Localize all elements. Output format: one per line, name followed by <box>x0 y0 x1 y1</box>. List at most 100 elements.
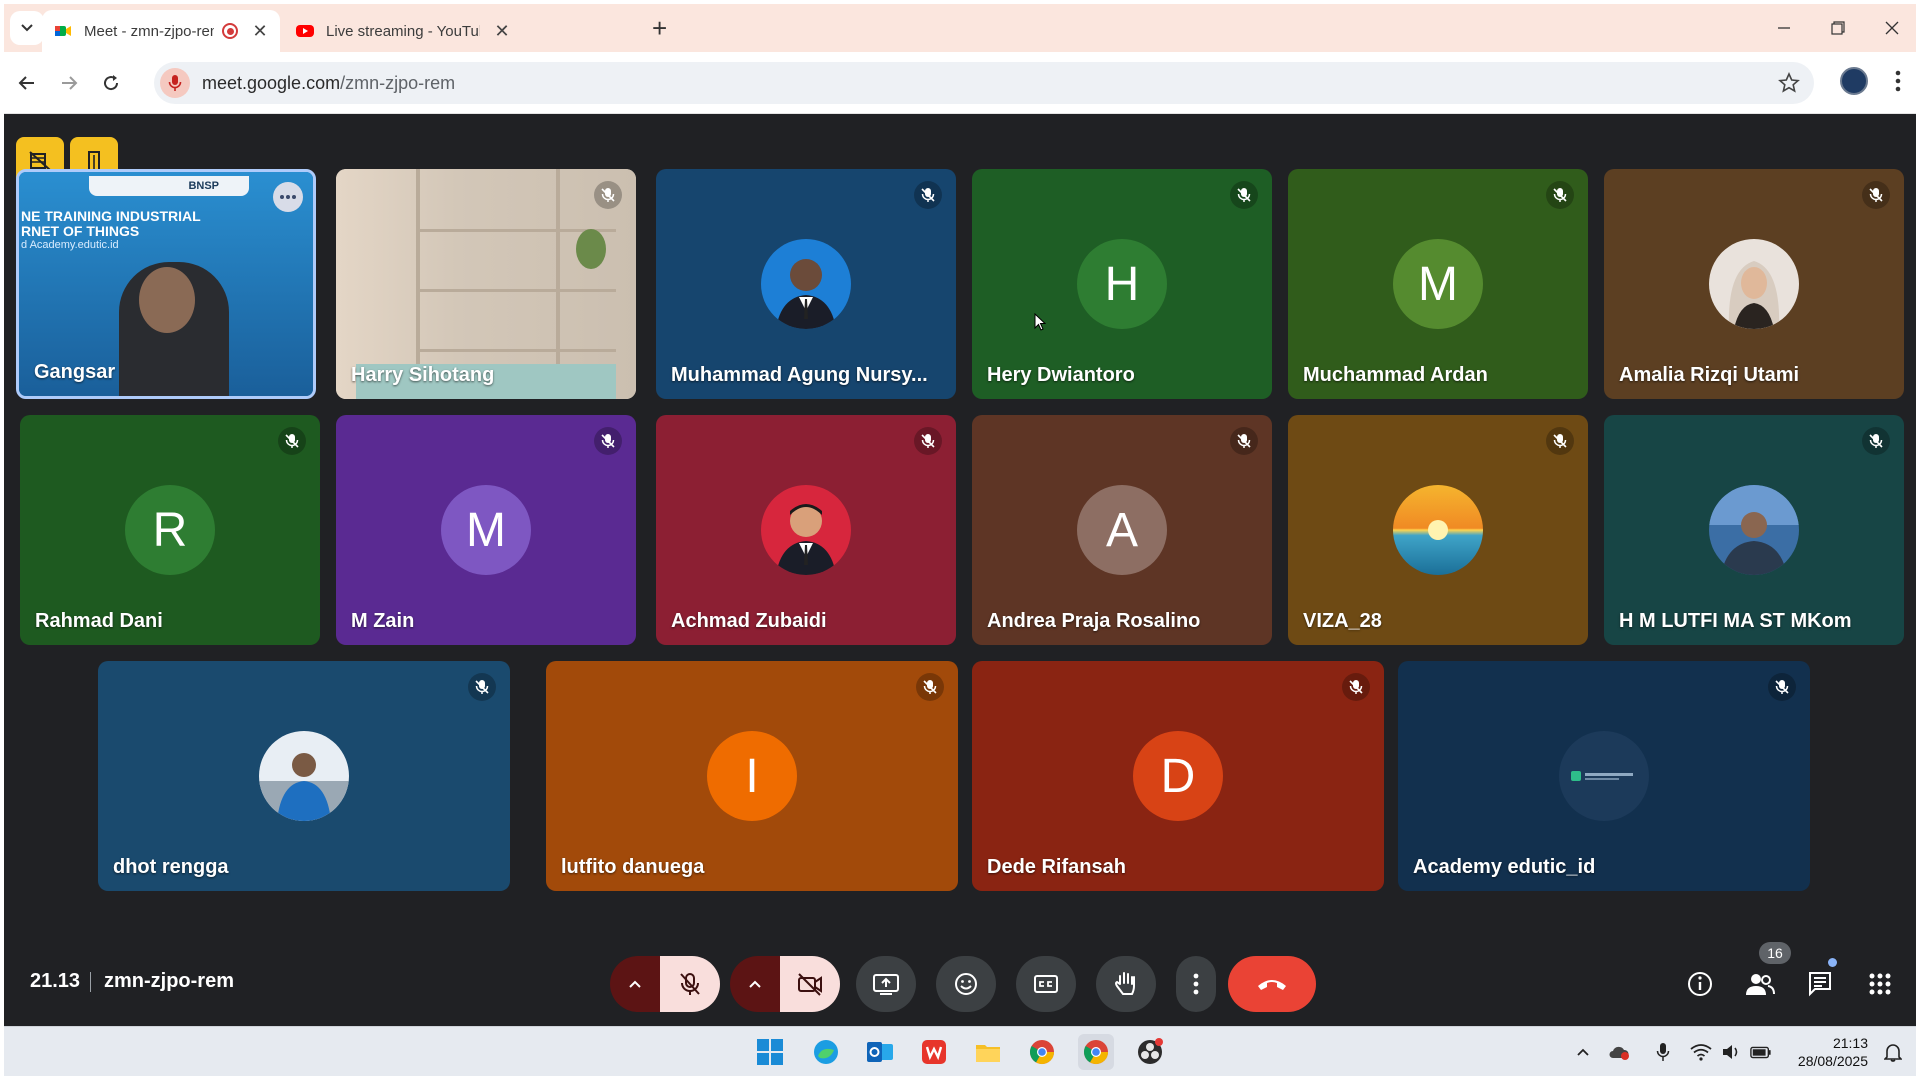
taskbar-outlook[interactable] <box>862 1034 898 1070</box>
wps-office-icon <box>922 1040 946 1064</box>
close-tab-icon[interactable]: ✕ <box>252 21 268 42</box>
leave-call-button[interactable] <box>1228 956 1316 1012</box>
browser-tab-bar: Meet - zmn-zjpo-rem ✕ Live streaming - Y… <box>4 4 1916 52</box>
audio-settings-button[interactable] <box>610 956 660 1012</box>
mic-off-icon <box>680 973 700 995</box>
people-button[interactable] <box>1740 964 1780 1004</box>
tray-wifi[interactable] <box>1690 1041 1712 1063</box>
participant-tile[interactable]: M M Zain <box>336 415 636 645</box>
tray-overflow-button[interactable] <box>1572 1041 1594 1063</box>
captions-button[interactable] <box>1016 956 1076 1012</box>
activities-button[interactable] <box>1860 964 1900 1004</box>
taskbar-clock[interactable]: 21:13 28/08/2025 <box>1788 1034 1868 1070</box>
video-settings-button[interactable] <box>730 956 780 1012</box>
participant-photo-avatar <box>761 485 851 575</box>
url-host: meet.google.com <box>202 72 341 93</box>
presenter-face <box>139 267 195 333</box>
participant-tile[interactable]: D Dede Rifansah <box>972 661 1384 891</box>
emoji-reaction-button[interactable] <box>936 956 996 1012</box>
mic-in-use-chip[interactable] <box>160 68 190 98</box>
close-tab-icon[interactable]: ✕ <box>494 21 510 42</box>
back-button[interactable] <box>12 68 42 98</box>
mic-off-icon <box>1553 434 1567 448</box>
mic-off-icon <box>285 434 299 448</box>
mic-off-indicator <box>1862 427 1890 455</box>
participant-tile[interactable]: Academy edutic_id <box>1398 661 1810 891</box>
windows-taskbar: 21:13 28/08/2025 <box>4 1026 1916 1076</box>
participant-tile[interactable]: I lutfito danuega <box>546 661 958 891</box>
participant-tile[interactable]: A Andrea Praja Rosalino <box>972 415 1272 645</box>
camera-toggle-button[interactable] <box>780 956 840 1012</box>
tile-more-options-button[interactable] <box>273 182 303 212</box>
address-bar[interactable]: meet.google.com/zmn-zjpo-rem <box>154 62 1814 104</box>
start-button[interactable] <box>752 1034 788 1070</box>
url-text[interactable]: meet.google.com/zmn-zjpo-rem <box>202 73 455 94</box>
tray-battery[interactable] <box>1750 1041 1772 1063</box>
more-horizontal-icon <box>280 195 296 199</box>
tray-microphone[interactable] <box>1652 1041 1674 1063</box>
participant-tile[interactable]: R Rahmad Dani <box>20 415 320 645</box>
present-screen-button[interactable] <box>856 956 916 1012</box>
reload-button[interactable] <box>96 68 126 98</box>
participant-tile-presenter[interactable]: BNSP NE TRAINING INDUSTRIAL RNET OF THIN… <box>16 169 316 399</box>
bookmark-star-icon[interactable] <box>1778 72 1800 99</box>
participant-tile[interactable]: dhot rengga <box>98 661 510 891</box>
profile-avatar[interactable] <box>1840 67 1868 95</box>
mic-off-indicator <box>914 427 942 455</box>
participant-tile[interactable]: H M LUTFI MA ST MKom <box>1604 415 1904 645</box>
tray-volume[interactable] <box>1720 1041 1742 1063</box>
new-tab-button[interactable]: + <box>652 14 667 42</box>
chrome-icon <box>1083 1040 1108 1065</box>
participant-name: Achmad Zubaidi <box>671 610 827 632</box>
microphone-icon <box>168 75 182 91</box>
participant-tile[interactable]: M Muchammad Ardan <box>1288 169 1588 399</box>
shelf-board <box>416 349 616 352</box>
raise-hand-button[interactable] <box>1096 956 1156 1012</box>
taskbar-file-explorer[interactable] <box>970 1034 1006 1070</box>
participant-name: Academy edutic_id <box>1413 856 1596 878</box>
tab-search-button[interactable] <box>10 11 44 45</box>
people-count-badge: 16 <box>1759 942 1791 964</box>
meet-stage: BNSP NE TRAINING INDUSTRIAL RNET OF THIN… <box>4 115 1916 1026</box>
participant-tile[interactable]: Harry Sihotang <box>336 169 636 399</box>
mic-off-icon <box>1553 188 1567 202</box>
chat-button[interactable] <box>1800 964 1840 1004</box>
participant-initial-avatar: I <box>707 731 797 821</box>
taskbar-time: 21:13 <box>1832 1035 1868 1051</box>
taskbar-chrome-1[interactable] <box>1024 1034 1060 1070</box>
browser-menu-button[interactable] <box>1884 67 1912 100</box>
participant-tile[interactable]: Muhammad Agung Nursy... <box>656 169 956 399</box>
participant-tile[interactable]: VIZA_28 <box>1288 415 1588 645</box>
participant-initial-avatar: A <box>1077 485 1167 575</box>
mic-off-icon <box>1349 680 1363 694</box>
mic-off-icon <box>923 680 937 694</box>
hand-icon <box>1115 972 1135 995</box>
mic-off-icon <box>601 434 615 448</box>
taskbar-edge[interactable] <box>808 1034 844 1070</box>
microphone-toggle-button[interactable] <box>660 956 720 1012</box>
restore-button[interactable] <box>1818 14 1858 42</box>
tab-title: Live streaming - YouTube Studio <box>326 22 480 40</box>
taskbar-chrome-2[interactable] <box>1078 1034 1114 1070</box>
participant-tile[interactable]: H Hery Dwiantoro <box>972 169 1272 399</box>
slide-line-3: d Academy.edutic.id <box>21 239 119 251</box>
taskbar-obs[interactable] <box>1132 1034 1168 1070</box>
shelf-board <box>416 289 616 292</box>
tab-meet[interactable]: Meet - zmn-zjpo-rem ✕ <box>42 10 280 52</box>
more-options-button[interactable] <box>1176 956 1216 1012</box>
tab-youtube-studio[interactable]: Live streaming - YouTube Studio ✕ <box>284 10 522 52</box>
video-off-icon <box>798 973 822 996</box>
meeting-details-button[interactable] <box>1680 964 1720 1004</box>
participant-tile[interactable]: Amalia Rizqi Utami <box>1604 169 1904 399</box>
participant-name: Muhammad Agung Nursy... <box>671 364 928 386</box>
taskbar-wps[interactable] <box>916 1034 952 1070</box>
minimize-button[interactable] <box>1764 14 1804 42</box>
forward-button[interactable] <box>54 68 84 98</box>
participant-tile[interactable]: Achmad Zubaidi <box>656 415 956 645</box>
mic-off-icon <box>1869 188 1883 202</box>
close-window-button[interactable] <box>1872 14 1912 42</box>
tray-notifications[interactable] <box>1882 1041 1904 1063</box>
mic-off-icon <box>1237 434 1251 448</box>
tray-onedrive[interactable] <box>1608 1041 1630 1063</box>
arrow-right-icon <box>62 76 78 90</box>
